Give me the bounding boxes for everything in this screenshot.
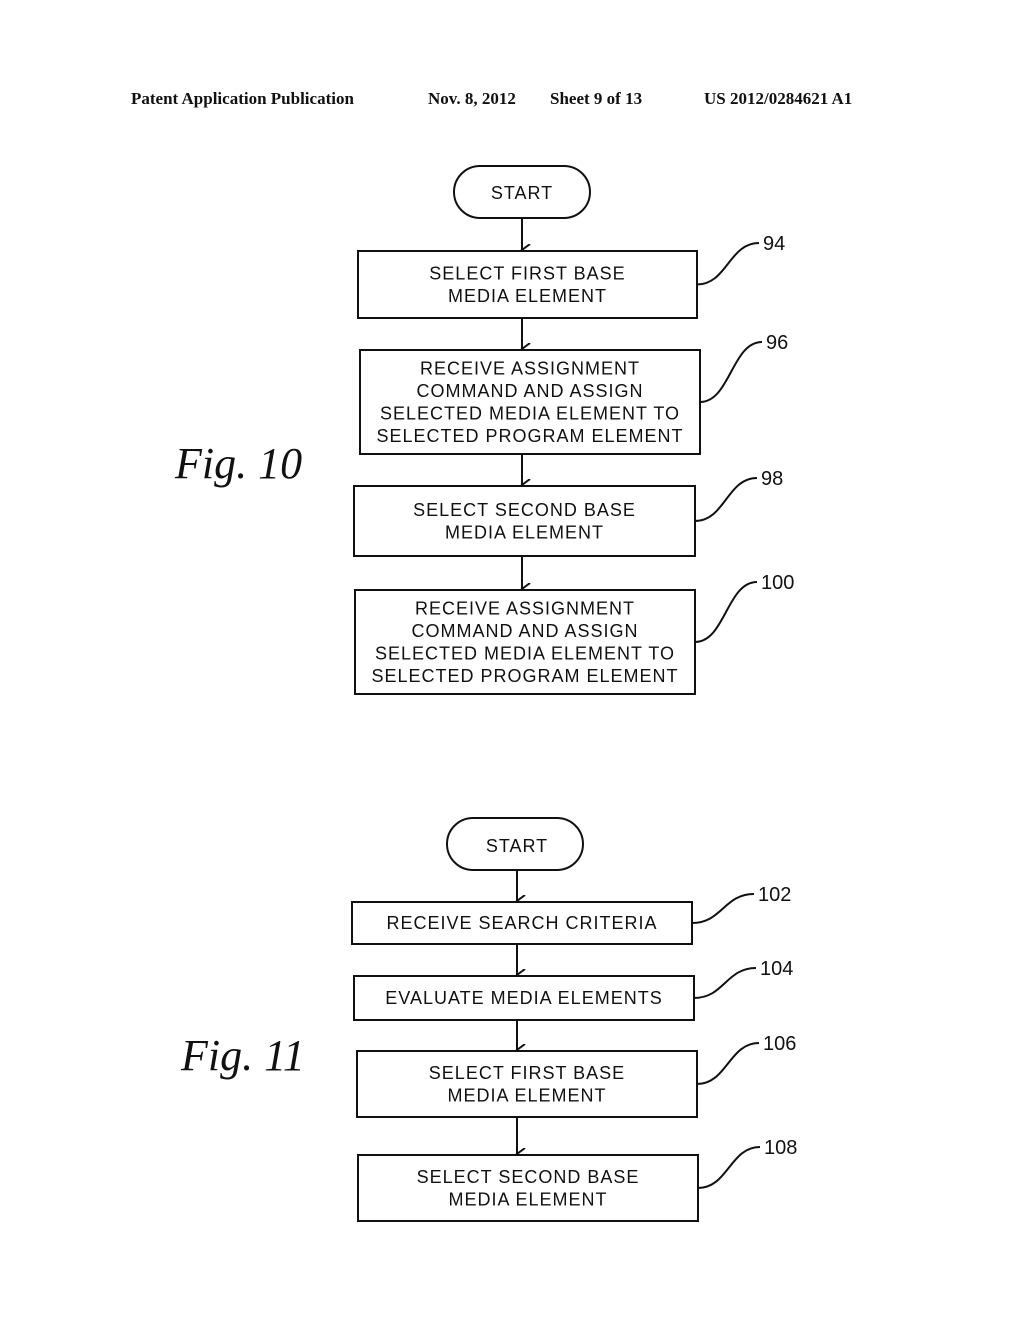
fig11-label: Fig. 11 <box>180 1031 305 1080</box>
process-box <box>357 1154 699 1222</box>
reference-numeral: 108 <box>764 1137 797 1159</box>
reference-leader-line <box>696 242 760 286</box>
reference-numeral: 98 <box>761 468 783 490</box>
fig11-step-106: SELECT FIRST BASEMEDIA ELEMENT 106 <box>356 1033 796 1118</box>
fig11-step-104: EVALUATE MEDIA ELEMENTS 104 <box>353 958 793 1021</box>
step-text-line: SELECTED MEDIA ELEMENT TO <box>380 403 680 423</box>
fig11-start-text: START <box>486 836 548 856</box>
step-text-line: SELECTED MEDIA ELEMENT TO <box>375 643 675 663</box>
fig11-step-108: SELECT SECOND BASEMEDIA ELEMENT 108 <box>357 1137 797 1222</box>
reference-numeral: 100 <box>761 572 794 594</box>
step-text-line: COMMAND AND ASSIGN <box>411 621 638 641</box>
reference-numeral: 102 <box>758 884 791 906</box>
fig10-step-98: SELECT SECOND BASEMEDIA ELEMENT 98 <box>353 468 783 557</box>
step-text-line: MEDIA ELEMENT <box>448 1189 607 1209</box>
reference-leader-line <box>699 341 763 403</box>
reference-leader-line <box>691 893 755 924</box>
step-text-line: SELECT FIRST BASE <box>429 263 625 283</box>
fig10-start-terminal: START <box>453 165 591 219</box>
step-text-line: EVALUATE MEDIA ELEMENTS <box>385 988 662 1008</box>
step-text-line: SELECT SECOND BASE <box>413 500 636 520</box>
reference-leader-line <box>693 967 757 999</box>
fig10-step-96: RECEIVE ASSIGNMENTCOMMAND AND ASSIGNSELE… <box>359 332 788 455</box>
reference-leader-line <box>696 1042 760 1085</box>
step-text-line: MEDIA ELEMENT <box>445 522 604 542</box>
reference-numeral: 96 <box>766 332 788 354</box>
step-text-line: RECEIVE ASSIGNMENT <box>415 598 635 618</box>
fig10-step-100: RECEIVE ASSIGNMENTCOMMAND AND ASSIGNSELE… <box>354 572 794 695</box>
fig10-start-text: START <box>491 183 553 203</box>
step-text-line: SELECTED PROGRAM ELEMENT <box>371 666 678 686</box>
reference-numeral: 94 <box>763 233 785 255</box>
step-text-line: MEDIA ELEMENT <box>448 286 607 306</box>
process-box <box>353 485 696 557</box>
fig10-label: Fig. 10 <box>174 439 302 488</box>
step-text-line: SELECT FIRST BASE <box>429 1063 625 1083</box>
step-text-line: MEDIA ELEMENT <box>447 1085 606 1105</box>
reference-leader-line <box>694 581 758 643</box>
step-text-line: RECEIVE ASSIGNMENT <box>420 358 640 378</box>
step-text-line: RECEIVE SEARCH CRITERIA <box>386 913 657 933</box>
flowchart-canvas: Fig. 10 START Fig. 11 START SELECT FIRST… <box>174 165 797 1222</box>
fig10-step-94: SELECT FIRST BASE MEDIA ELEMENT 94 <box>357 233 785 319</box>
process-box <box>356 1050 698 1118</box>
fig11-start-terminal: START <box>446 817 584 871</box>
process-box <box>357 250 698 319</box>
fig11-step-102: RECEIVE SEARCH CRITERIA 102 <box>351 884 791 945</box>
step-text-line: SELECT SECOND BASE <box>417 1167 640 1187</box>
reference-leader-line <box>697 1146 761 1189</box>
step-text-line: SELECTED PROGRAM ELEMENT <box>376 426 683 446</box>
step-text-line: COMMAND AND ASSIGN <box>416 381 643 401</box>
reference-leader-line <box>694 477 758 522</box>
reference-numeral: 106 <box>763 1033 796 1055</box>
reference-numeral: 104 <box>760 958 793 980</box>
